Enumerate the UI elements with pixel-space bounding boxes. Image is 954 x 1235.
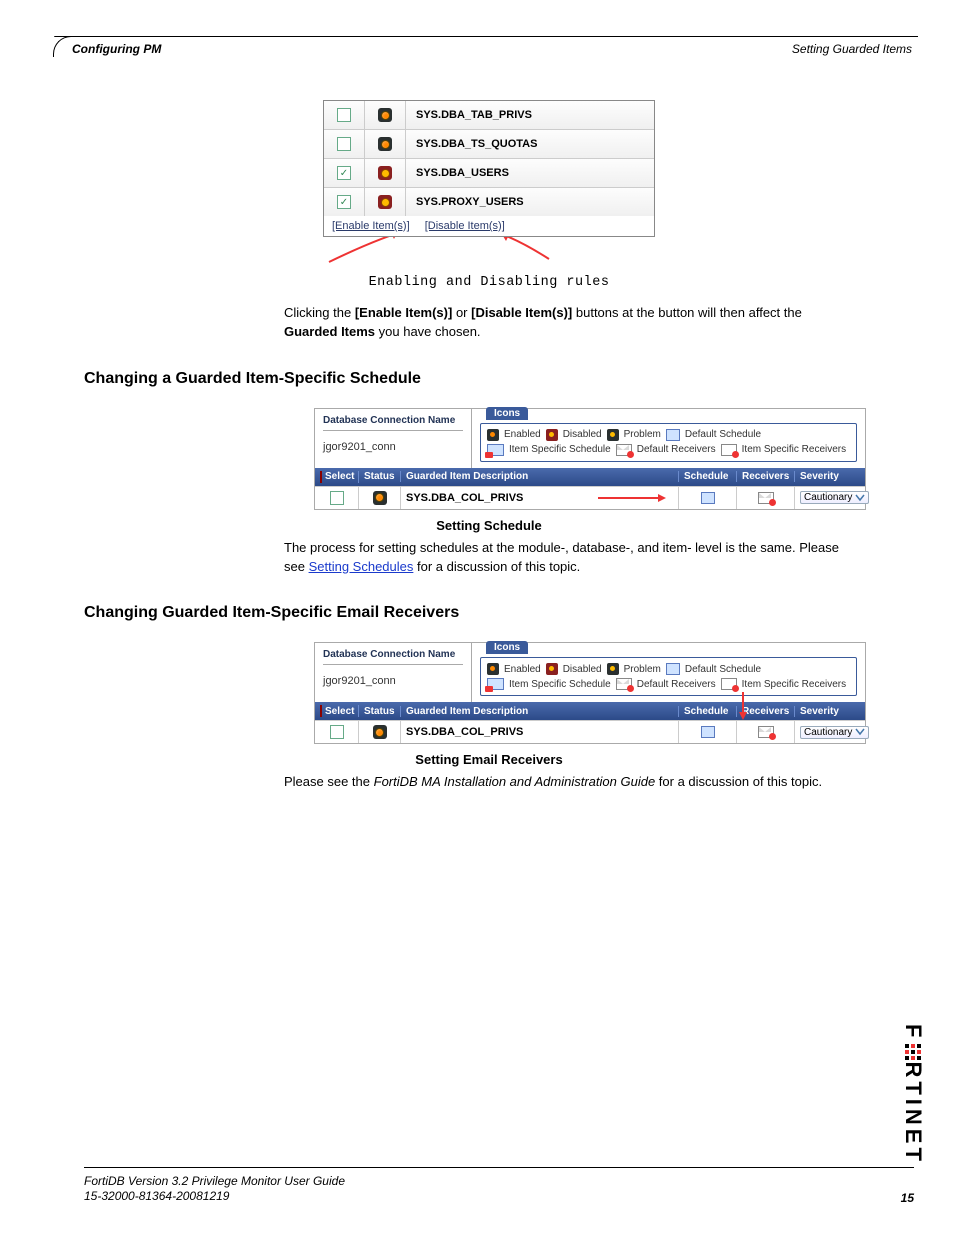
default-receivers-icon <box>616 678 632 690</box>
item-desc: SYS.DBA_TS_QUOTAS <box>406 138 654 150</box>
chevron-down-icon <box>855 727 865 737</box>
item-receivers-icon <box>721 444 737 456</box>
items-table: SYS.DBA_TAB_PRIVS SYS.DBA_TS_QUOTAS ✓ SY… <box>323 100 655 237</box>
status-disabled-icon <box>378 166 392 180</box>
callout-arrow-icon <box>598 491 668 505</box>
table-row: ✓ SYS.DBA_USERS <box>324 158 654 187</box>
guarded-item-desc: SYS.DBA_COL_PRIVS <box>406 726 523 738</box>
body-paragraph: Please see the FortiDB MA Installation a… <box>284 773 844 792</box>
default-schedule-icon <box>666 429 680 441</box>
item-desc: SYS.PROXY_USERS <box>406 196 654 208</box>
table-row: ✓ SYS.PROXY_USERS <box>324 187 654 216</box>
header-right: Setting Guarded Items <box>792 42 912 56</box>
row-checkbox[interactable]: ✓ <box>337 195 351 209</box>
figure-caption: Setting Email Receivers <box>84 752 894 767</box>
status-enabled-icon <box>378 108 392 122</box>
table-action-links: [Enable Item(s)] [Disable Item(s)] <box>324 216 654 236</box>
chevron-down-icon <box>855 493 865 503</box>
schedule-panel: Database Connection Name jgor9201_conn I… <box>314 408 866 510</box>
setting-schedules-link[interactable]: Setting Schedules <box>309 559 414 574</box>
item-schedule-icon <box>487 678 504 690</box>
page-number: 15 <box>901 1191 914 1205</box>
db-connection-label: Database Connection Name <box>323 649 463 665</box>
severity-dropdown[interactable]: Cautionary <box>800 491 869 504</box>
row-checkbox[interactable] <box>337 108 351 122</box>
problem-icon <box>607 429 619 441</box>
footer-title: FortiDB Version 3.2 Privilege Monitor Us… <box>84 1174 345 1188</box>
status-enabled-icon <box>373 725 387 739</box>
db-connection-value: jgor9201_conn <box>323 441 463 453</box>
footer-doc-id: 15-32000-81364-20081219 <box>84 1189 229 1203</box>
default-receivers-icon <box>616 444 632 456</box>
page-content: SYS.DBA_TAB_PRIVS SYS.DBA_TS_QUOTAS ✓ SY… <box>84 100 894 800</box>
grid-header: Select Status Guarded Item Description S… <box>315 702 865 720</box>
figure-caption: Setting Schedule <box>84 518 894 533</box>
enabled-icon <box>487 663 499 675</box>
schedule-icon[interactable] <box>701 726 715 738</box>
callout-arrows <box>324 237 654 267</box>
figure-caption: Enabling and Disabling rules <box>84 275 894 290</box>
fortinet-logo-mark <box>905 1044 921 1060</box>
enable-items-link[interactable]: [Enable Item(s)] <box>332 220 410 232</box>
body-paragraph: The process for setting schedules at the… <box>284 539 844 577</box>
icons-legend-title: Icons <box>486 407 528 420</box>
callout-arrow-icon <box>733 692 753 722</box>
page-footer: FortiDB Version 3.2 Privilege Monitor Us… <box>84 1167 914 1205</box>
grid-header: Select Status Guarded Item Description S… <box>315 468 865 486</box>
row-checkbox[interactable] <box>337 137 351 151</box>
row-checkbox[interactable] <box>330 725 344 739</box>
status-enabled-icon <box>378 137 392 151</box>
row-checkbox[interactable] <box>330 491 344 505</box>
status-enabled-icon <box>373 491 387 505</box>
row-checkbox[interactable]: ✓ <box>337 166 351 180</box>
section-heading: Changing Guarded Item-Specific Email Rec… <box>84 604 894 622</box>
grid-row: SYS.DBA_COL_PRIVS Cautionary <box>315 486 865 509</box>
item-desc: SYS.DBA_TAB_PRIVS <box>406 109 654 121</box>
receivers-panel: Database Connection Name jgor9201_conn I… <box>314 642 866 744</box>
table-row: SYS.DBA_TS_QUOTAS <box>324 129 654 158</box>
schedule-icon[interactable] <box>701 492 715 504</box>
icons-legend-title: Icons <box>486 641 528 654</box>
disable-items-link[interactable]: [Disable Item(s)] <box>425 220 505 232</box>
item-desc: SYS.DBA_USERS <box>406 167 654 179</box>
status-disabled-icon <box>378 195 392 209</box>
enabled-icon <box>487 429 499 441</box>
select-all-checkbox[interactable] <box>320 705 322 717</box>
disabled-icon <box>546 429 558 441</box>
item-schedule-icon <box>487 444 504 456</box>
section-heading: Changing a Guarded Item-Specific Schedul… <box>84 370 894 388</box>
db-connection-label: Database Connection Name <box>323 415 463 431</box>
header-left: Configuring PM <box>72 42 161 56</box>
grid-row: SYS.DBA_COL_PRIVS Cautionary <box>315 720 865 743</box>
problem-icon <box>607 663 619 675</box>
select-all-checkbox[interactable] <box>320 471 322 483</box>
fortinet-logo: F RTINET <box>900 1024 926 1165</box>
item-receivers-icon <box>721 678 737 690</box>
table-row: SYS.DBA_TAB_PRIVS <box>324 101 654 129</box>
severity-dropdown[interactable]: Cautionary <box>800 726 869 739</box>
db-connection-value: jgor9201_conn <box>323 675 463 687</box>
receivers-icon[interactable] <box>758 492 774 504</box>
default-schedule-icon <box>666 663 680 675</box>
receivers-icon[interactable] <box>758 726 774 738</box>
guarded-item-desc: SYS.DBA_COL_PRIVS <box>406 492 523 504</box>
body-paragraph: Clicking the [Enable Item(s)] or [Disabl… <box>284 304 844 342</box>
disabled-icon <box>546 663 558 675</box>
